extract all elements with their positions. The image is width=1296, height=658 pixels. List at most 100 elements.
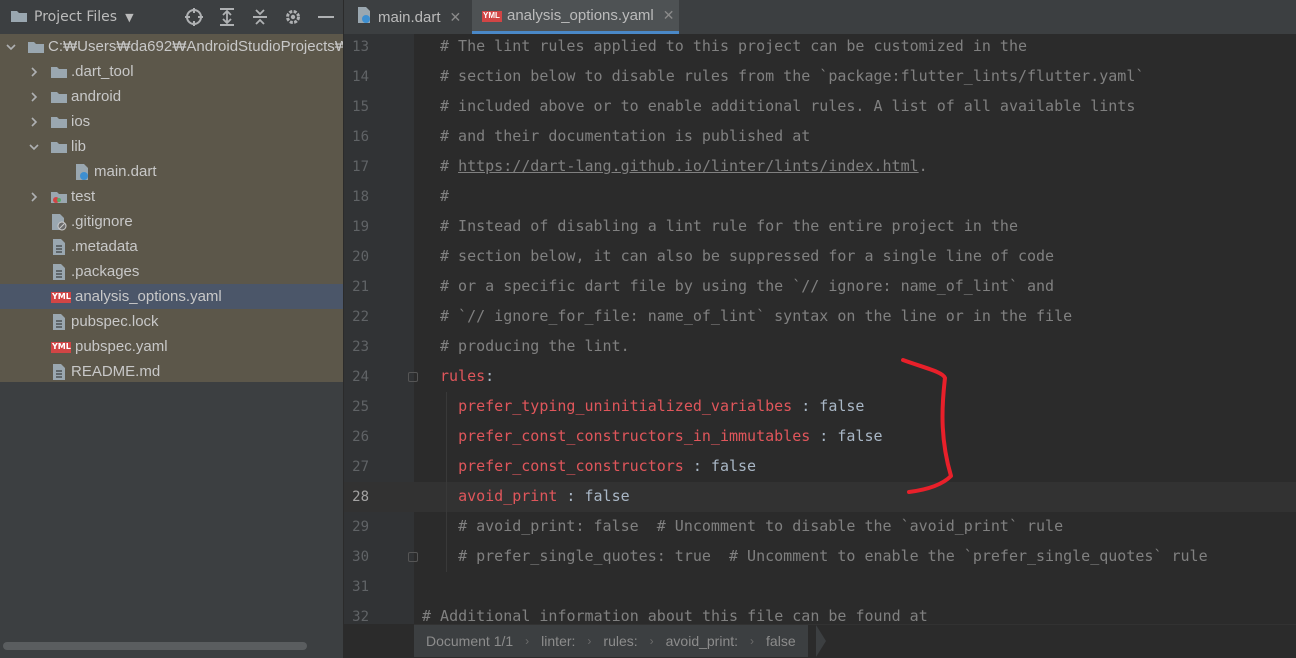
code-line: # or a specific dart file by using the `…: [440, 277, 1055, 295]
tree-item[interactable]: android: [0, 84, 343, 109]
folder-icon: [50, 63, 68, 81]
line-number: 20: [352, 249, 369, 265]
yaml-file-icon: YML: [51, 291, 71, 303]
chevron-right-icon[interactable]: [28, 91, 40, 103]
folder-icon: [50, 113, 68, 131]
breadcrumb-separator: ›: [525, 634, 530, 648]
code-line: # Additional information about this file…: [422, 607, 928, 625]
line-number: 17: [352, 159, 369, 175]
tab-main-dart[interactable]: main.dart ✕: [356, 0, 461, 34]
line-number: 32: [352, 609, 369, 625]
breadcrumb-bar: Document 1/1 › linter: › rules: › avoid_print:…: [414, 625, 808, 657]
folder-icon: [10, 8, 28, 27]
horizontal-scrollbar[interactable]: [0, 640, 343, 654]
tree-item[interactable]: lib: [0, 134, 343, 159]
code-line: prefer_const_constructors_in_immutables …: [458, 427, 883, 445]
line-number: 14: [352, 69, 369, 85]
line-number: 13: [352, 39, 369, 55]
fold-marker-icon[interactable]: [408, 552, 418, 562]
breadcrumb-item[interactable]: rules:: [603, 633, 637, 649]
code-line: # avoid_print: false # Uncomment to disa…: [458, 517, 1064, 535]
code-line: # section below, it can also be suppress…: [440, 247, 1055, 265]
settings-icon[interactable]: [282, 6, 304, 28]
code-line: #: [440, 187, 450, 205]
code-line: prefer_const_constructors : false: [458, 457, 757, 475]
line-number-gutter: [344, 34, 414, 624]
breadcrumb-item[interactable]: avoid_print:: [666, 633, 738, 649]
code-line: # section below to disable rules from th…: [440, 67, 1145, 85]
tree-item[interactable]: YML analysis_options.yaml: [0, 284, 343, 309]
line-number: 27: [352, 459, 369, 475]
project-view-selector[interactable]: Project Files ▼: [0, 8, 134, 27]
tree-item-label: analysis_options.yaml: [75, 288, 222, 305]
dart-file-icon: [73, 163, 91, 181]
tree-item[interactable]: .packages: [0, 259, 343, 284]
folder-icon: [50, 138, 68, 156]
tree-item-label: main.dart: [94, 163, 157, 180]
tree-item[interactable]: .gitignore: [0, 209, 343, 234]
chevron-right-icon[interactable]: [28, 66, 40, 78]
code-editor[interactable]: [414, 34, 1296, 624]
tree-item-label: .metadata: [71, 238, 138, 255]
tree-item[interactable]: main.dart: [0, 159, 343, 184]
doc-link[interactable]: https://dart-lang.github.io/linter/lints…: [458, 157, 919, 175]
breadcrumb-separator: ›: [649, 634, 654, 648]
tree-item[interactable]: .metadata: [0, 234, 343, 259]
code-line: # and their documentation is published a…: [440, 127, 811, 145]
project-tree: C:₩Users₩da692₩AndroidStudioProjects₩F .d…: [0, 34, 343, 382]
collapse-all-icon[interactable]: [249, 6, 271, 28]
line-number: 30: [352, 549, 369, 565]
tree-item-label: ios: [71, 113, 91, 130]
tree-item[interactable]: test: [0, 184, 343, 209]
tree-item[interactable]: ios: [0, 109, 343, 134]
breadcrumb-item[interactable]: linter:: [541, 633, 575, 649]
breadcrumb-item[interactable]: false: [766, 633, 796, 649]
chevron-down-icon[interactable]: [28, 141, 40, 153]
expand-all-icon[interactable]: [216, 6, 238, 28]
tree-item[interactable]: .dart_tool: [0, 59, 343, 84]
project-panel-toolbar: Project Files ▼: [0, 0, 343, 34]
tree-item[interactable]: README.md: [0, 359, 343, 382]
scrollbar-thumb[interactable]: [3, 642, 307, 650]
chevron-down-icon: ▼: [125, 10, 134, 24]
text-file-icon: [50, 238, 68, 256]
line-number: 19: [352, 219, 369, 235]
code-line: # prefer_single_quotes: true # Uncomment…: [458, 547, 1208, 565]
test-folder-icon: [50, 188, 68, 206]
tab-analysis-options-yaml[interactable]: YML analysis_options.yaml ✕: [472, 0, 679, 34]
tree-item-label: android: [71, 88, 122, 105]
code-line: # included above or to enable additional…: [440, 97, 1136, 115]
chevron-down-icon[interactable]: [5, 41, 17, 53]
folder-icon: [50, 88, 68, 106]
tree-item[interactable]: YML pubspec.yaml: [0, 334, 343, 359]
close-icon[interactable]: ✕: [663, 7, 675, 24]
tree-item-label: README.md: [71, 363, 161, 380]
chevron-right-icon[interactable]: [28, 191, 40, 203]
dart-file-icon: [356, 6, 372, 28]
chevron-right-icon[interactable]: [28, 116, 40, 128]
locate-icon[interactable]: [183, 6, 205, 28]
text-file-icon: [50, 363, 68, 381]
line-number: 31: [352, 579, 369, 595]
breadcrumb: Document 1/1 › linter: › rules: › avoid_print:…: [414, 624, 1296, 658]
ignore-file-icon: [50, 213, 68, 231]
breadcrumb-separator: ›: [587, 634, 592, 648]
tree-item[interactable]: pubspec.lock: [0, 309, 343, 334]
tree-item-label: C:₩Users₩da692₩AndroidStudioProjects₩F: [48, 38, 343, 55]
code-line: rules:: [440, 367, 495, 385]
code-line: # Instead of disabling a lint rule for t…: [440, 217, 1018, 235]
line-number: 28: [352, 489, 369, 505]
text-file-icon: [50, 313, 68, 331]
tree-item[interactable]: C:₩Users₩da692₩AndroidStudioProjects₩F: [0, 34, 343, 59]
line-number: 26: [352, 429, 369, 445]
tree-item-label: lib: [71, 138, 87, 155]
project-view-title: Project Files: [34, 9, 118, 25]
tab-label: main.dart: [378, 8, 441, 26]
tree-item-label: pubspec.yaml: [75, 338, 168, 355]
line-number: 29: [352, 519, 369, 535]
minimize-icon[interactable]: [315, 6, 337, 28]
fold-marker-icon[interactable]: [408, 372, 418, 382]
yaml-file-icon: YML: [51, 341, 71, 353]
close-icon[interactable]: ✕: [450, 9, 462, 26]
breadcrumb-item[interactable]: Document 1/1: [426, 633, 513, 649]
